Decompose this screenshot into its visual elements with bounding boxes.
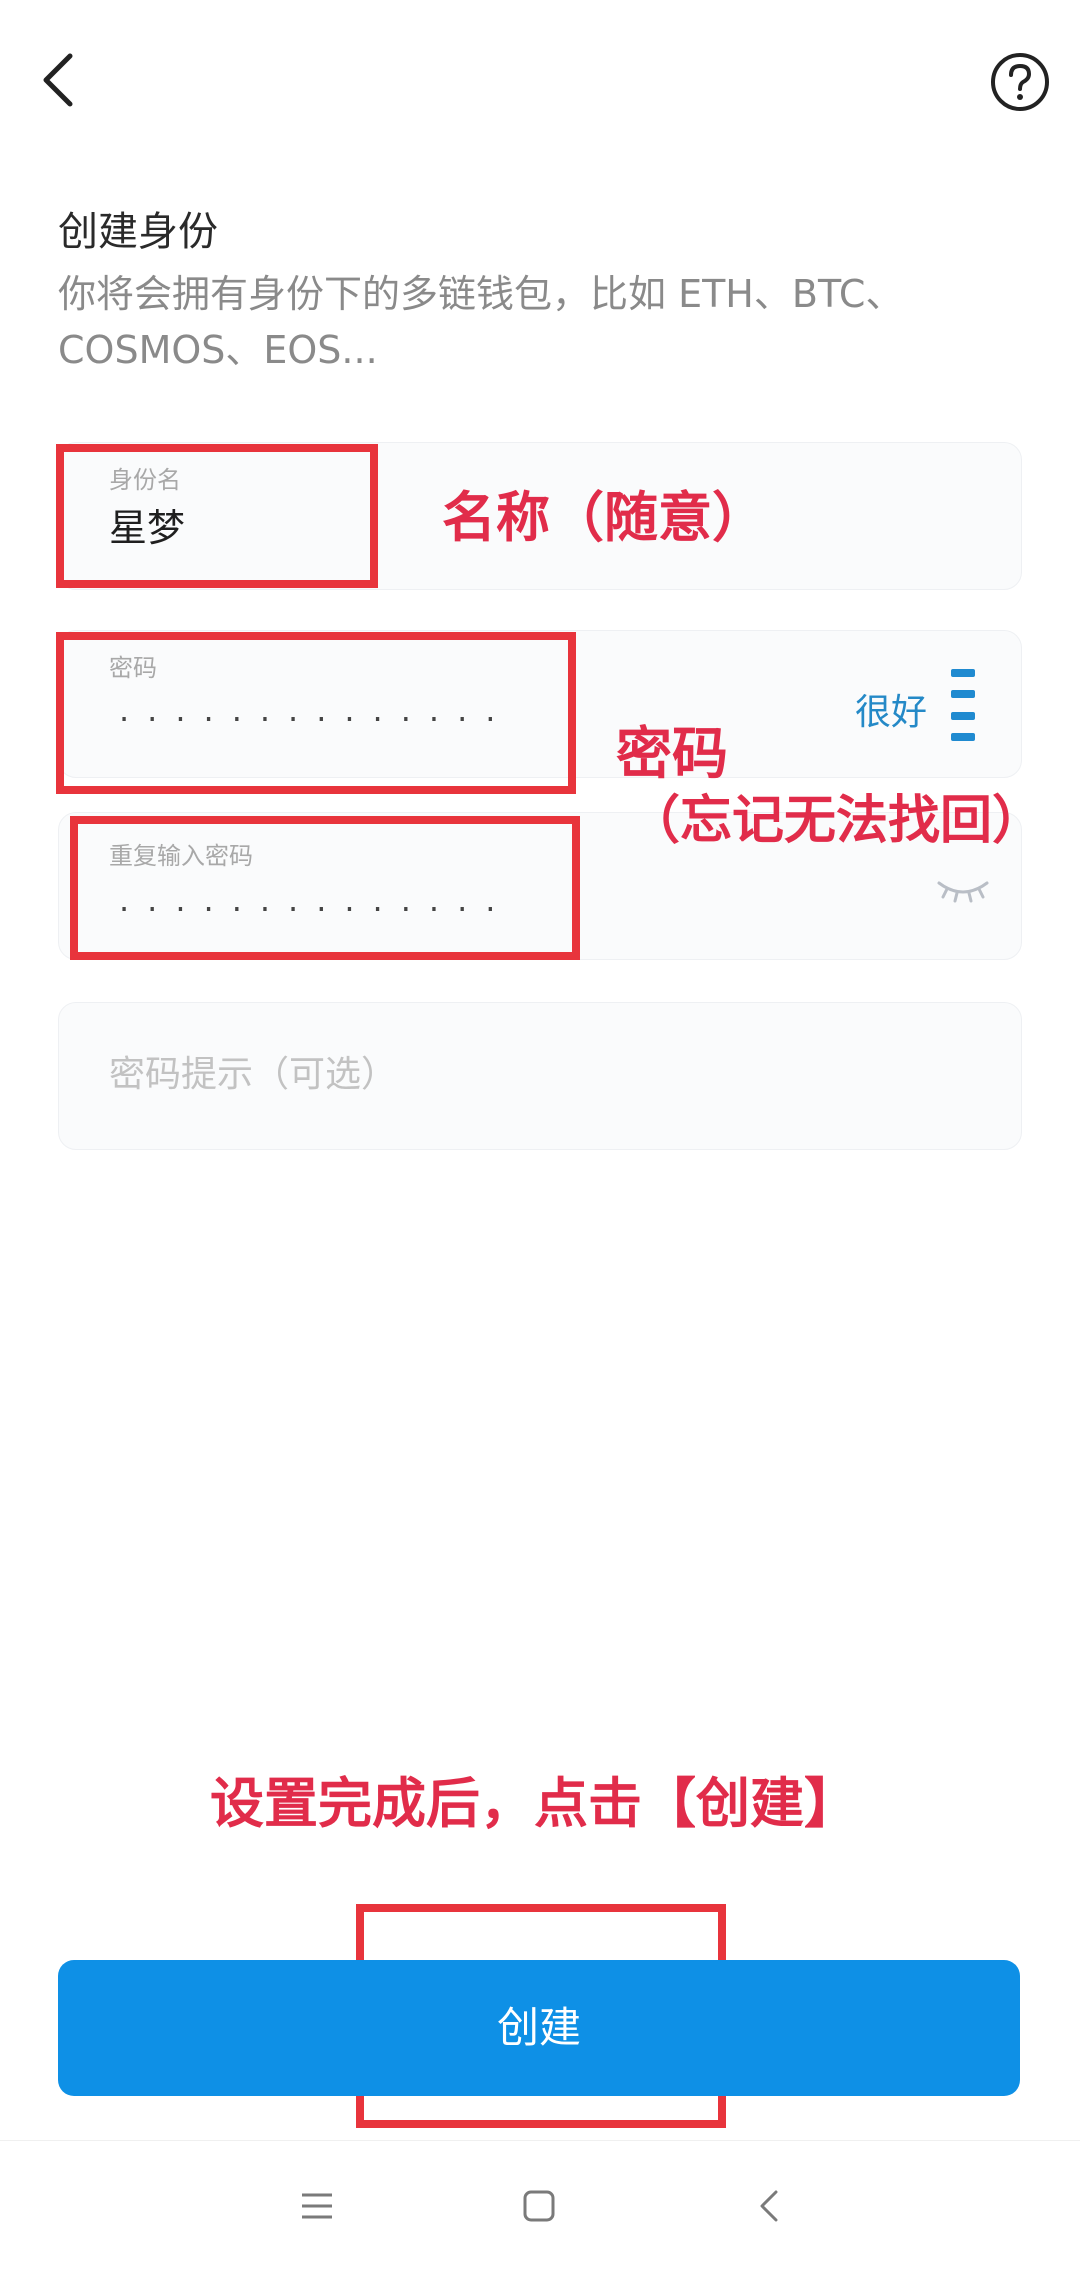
password-annotation-warning: （忘记无法找回） (628, 791, 1045, 851)
question-circle-icon (991, 53, 1049, 111)
back-button[interactable] (28, 40, 88, 120)
page-title: 创建身份 (58, 209, 218, 255)
eye-closed-icon[interactable] (935, 875, 991, 905)
create-button[interactable]: 创建 (58, 1960, 1020, 2096)
chevron-left-icon (43, 53, 73, 107)
home-square-icon (523, 2190, 555, 2222)
name-annotation-box (56, 444, 378, 588)
password-hint-input[interactable]: 密码提示（可选） (109, 1053, 397, 1097)
system-home-button[interactable] (504, 2171, 574, 2241)
menu-icon (302, 2193, 332, 2219)
strength-bars-icon (951, 669, 975, 741)
create-annotation-text: 设置完成后，点击【创建】 (210, 1772, 858, 1835)
password-hint-field[interactable]: 密码提示（可选） (58, 1002, 1022, 1150)
repeat-password-annotation-box (70, 816, 580, 960)
password-annotation-title: 密码 (616, 722, 728, 787)
system-menu-button[interactable] (282, 2171, 352, 2241)
name-annotation-text: 名称（随意） (442, 486, 766, 549)
back-triangle-icon (760, 2190, 778, 2222)
create-button-label: 创建 (496, 2003, 581, 2052)
password-annotation-box (56, 632, 576, 794)
page-subtitle: 你将会拥有身份下的多链钱包，比如 ETH、BTC、COSMOS、EOS... (58, 272, 904, 372)
password-strength-label: 很好 (855, 692, 928, 733)
help-button[interactable] (988, 50, 1052, 114)
system-nav-bar (0, 2140, 1080, 2271)
system-back-button[interactable] (734, 2171, 804, 2241)
eye-closed-icon-graphic (937, 881, 989, 903)
